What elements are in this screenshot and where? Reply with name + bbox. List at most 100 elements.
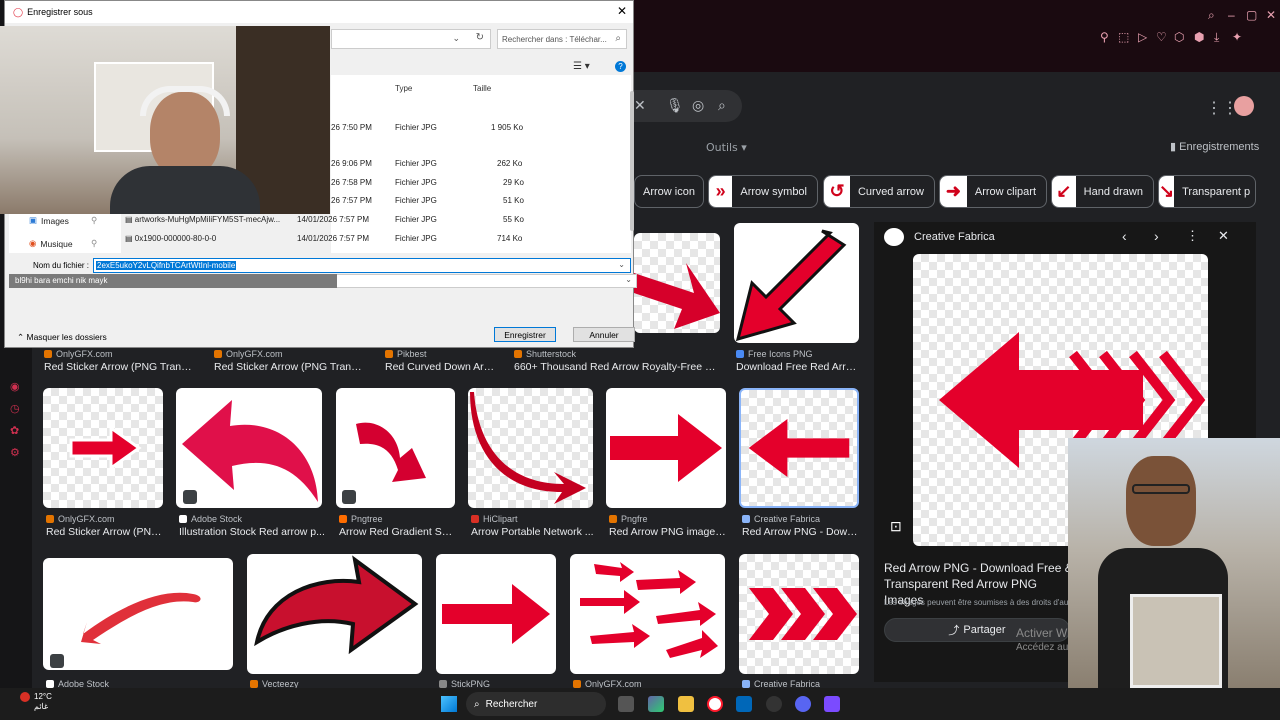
curved-arrow-icon: ↺ — [824, 176, 850, 207]
minimize-icon[interactable]: – — [1228, 8, 1235, 22]
close-icon[interactable]: ✕ — [1218, 228, 1229, 244]
column-size[interactable]: Taille — [473, 84, 491, 93]
file-explorer-icon[interactable] — [678, 696, 694, 712]
chip-arrow-clipart[interactable]: ➜ Arrow clipart — [939, 175, 1047, 208]
screenshot-icon[interactable]: ⬚ — [1118, 30, 1129, 44]
extension-icon[interactable]: ✿ — [10, 424, 19, 437]
result-image[interactable] — [247, 554, 422, 674]
file-row[interactable]: 26 7:57 PM Fichier JPG 51 Ko — [331, 196, 524, 205]
play-icon[interactable]: ▷ — [1138, 30, 1147, 44]
column-type[interactable]: Type — [395, 84, 412, 93]
cancel-button[interactable]: Annuler — [573, 327, 635, 342]
opera-icon[interactable] — [707, 696, 723, 712]
wallet-icon[interactable]: ⬢ — [1194, 30, 1204, 44]
chevron-down-icon[interactable]: ⌄ — [452, 33, 460, 44]
history-icon[interactable]: ◷ — [10, 402, 20, 415]
chevron-down-icon[interactable]: ⌄ — [617, 260, 626, 269]
settings-icon[interactable]: ⚙ — [10, 446, 20, 459]
result-image[interactable] — [634, 233, 720, 333]
result-title[interactable]: Arrow Red Gradient Sha... — [339, 526, 457, 538]
search-icon[interactable]: ⌕ — [1208, 8, 1215, 23]
result-image[interactable] — [43, 388, 163, 508]
download-icon[interactable]: ⤓ — [1214, 30, 1219, 45]
hide-folders-label: Masquer les dossiers — [26, 332, 107, 342]
result-image[interactable] — [468, 388, 593, 508]
file-row[interactable]: 26 7:50 PM Fichier JPG 1 905 Ko — [331, 123, 523, 132]
avatar[interactable] — [1234, 96, 1254, 116]
result-image[interactable] — [570, 554, 725, 674]
tools-button[interactable]: Outils ▾ — [706, 141, 747, 154]
weather-widget[interactable]: 12°C غائم — [34, 692, 52, 712]
file-name: 0x1900-000000-80-0-0 — [134, 234, 217, 243]
next-icon[interactable]: › — [1154, 228, 1159, 244]
app-grid-icon[interactable] — [824, 696, 840, 712]
chip-curved-arrow[interactable]: ↺ Curved arrow — [823, 175, 935, 208]
preview-source[interactable]: Creative Fabrica — [914, 231, 995, 243]
result-title[interactable]: Arrow Portable Network ... — [471, 526, 595, 538]
app-icon[interactable] — [766, 696, 782, 712]
help-icon[interactable]: ? — [615, 61, 626, 72]
result-title[interactable]: Red Arrow PNG images ... — [609, 526, 727, 538]
address-bar[interactable]: ⌄ ↻ — [331, 29, 491, 49]
result-title[interactable]: 660+ Thousand Red Arrow Royalty-Free Ima… — [514, 361, 718, 373]
saved-link[interactable]: ▮ Enregistrements — [1170, 140, 1259, 153]
cube-icon[interactable]: ⬡ — [1174, 30, 1184, 44]
lens-icon[interactable]: ◎ — [692, 97, 704, 114]
result-image[interactable] — [734, 223, 859, 343]
result-image[interactable] — [739, 554, 859, 674]
arrow-image — [735, 229, 847, 342]
maximize-icon[interactable]: ▢ — [1246, 8, 1257, 22]
file-date: 26 9:06 PM — [331, 159, 372, 168]
nav-item-music[interactable]: ◉ Musique ⚲ — [29, 238, 97, 249]
chip-arrow-icon[interactable]: Arrow icon — [634, 175, 704, 208]
save-button[interactable]: Enregistrer — [494, 327, 556, 342]
search-input[interactable]: Rechercher dans : Téléchar... ⌕ — [497, 29, 627, 49]
sidebar-icon[interactable]: ◉ — [10, 380, 20, 393]
result-image[interactable] — [606, 388, 726, 508]
view-options-icon[interactable]: ☰ ▾ — [573, 61, 590, 72]
hide-folders-toggle[interactable]: ⌃ Masquer les dossiers — [17, 332, 107, 343]
result-title[interactable]: Red Arrow PNG - Downl... — [742, 526, 858, 538]
prev-icon[interactable]: ‹ — [1122, 228, 1127, 244]
copilot-icon[interactable] — [648, 696, 664, 712]
pin-icon[interactable]: ⚲ — [1100, 30, 1109, 44]
result-title[interactable]: Red Sticker Arrow (PNG Transpa... — [214, 361, 366, 373]
mic-icon[interactable]: 🎙 — [666, 97, 684, 114]
chevron-down-icon[interactable]: ⌄ — [625, 275, 632, 284]
close-icon[interactable]: ✕ — [617, 4, 627, 18]
filename-field[interactable]: 2exE5ukoY2vLQifnbTCArtWtInl-mobile ⌄ — [93, 258, 631, 273]
activation-watermark: Activer W — [1016, 626, 1068, 640]
result-image[interactable] — [436, 554, 556, 674]
chip-arrow-symbol[interactable]: » Arrow symbol — [708, 175, 818, 208]
scrollbar[interactable] — [630, 91, 634, 231]
file-row[interactable]: 26 7:58 PM Fichier JPG 29 Ko — [331, 178, 524, 187]
result-image-selected[interactable] — [739, 388, 859, 508]
file-row[interactable]: ▤ artworks-MuHgMpMiliFYM5ST-mecAjw... 14/… — [125, 215, 524, 224]
lens-search-icon[interactable]: ⊡ — [890, 518, 902, 535]
chip-hand-drawn[interactable]: ↙ Hand drawn — [1051, 175, 1154, 208]
result-image[interactable] — [43, 558, 233, 670]
result-title[interactable]: Download Free Red Arro... — [736, 361, 860, 373]
close-icon[interactable]: ✕ — [1266, 8, 1276, 22]
store-icon[interactable] — [736, 696, 752, 712]
discord-icon[interactable] — [795, 696, 811, 712]
result-image[interactable] — [176, 388, 322, 508]
search-icon[interactable]: ⌕ — [718, 97, 726, 114]
file-row[interactable]: 26 9:06 PM Fichier JPG 262 Ko — [331, 159, 522, 168]
clear-icon[interactable]: ✕ — [634, 97, 646, 114]
more-icon[interactable]: ⋮ — [1186, 228, 1199, 244]
heart-icon[interactable]: ♡ — [1156, 30, 1167, 44]
chip-transparent[interactable]: ↘ Transparent p — [1158, 175, 1256, 208]
nav-item-images[interactable]: ▣ Images ⚲ — [29, 215, 97, 226]
result-title[interactable]: Illustration Stock Red arrow p... — [179, 526, 325, 538]
taskbar-search[interactable]: ⌕ Rechercher — [466, 692, 606, 716]
file-row[interactable]: ▤ 0x1900-000000-80-0-0 14/01/2026 7:57 PM… — [125, 234, 522, 243]
result-title[interactable]: Red Curved Down Arro... — [385, 361, 497, 373]
apps-icon[interactable]: ⋮⋮ — [1206, 98, 1238, 118]
result-title[interactable]: Red Sticker Arrow (PNG Transp... — [44, 361, 192, 373]
refresh-icon[interactable]: ↻ — [476, 32, 484, 43]
ai-icon[interactable]: ✦ — [1232, 30, 1242, 44]
task-view-icon[interactable] — [618, 696, 634, 712]
result-title[interactable]: Red Sticker Arrow (PNG... — [46, 526, 166, 538]
windows-start-icon[interactable] — [441, 696, 457, 712]
